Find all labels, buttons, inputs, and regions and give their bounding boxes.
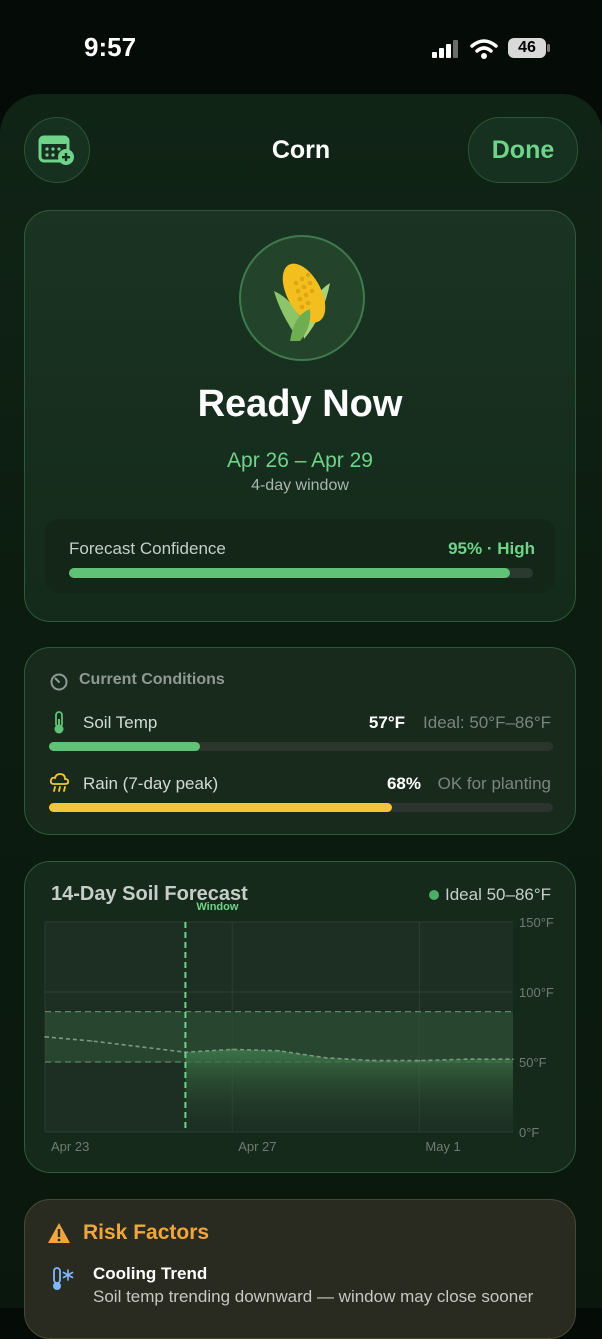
forecast-point	[371, 1059, 374, 1062]
soil-temp-bar-fill	[49, 742, 201, 751]
readiness-status: Ready Now	[197, 383, 403, 425]
y-tick-label: 0°F	[519, 1125, 539, 1140]
corn-icon	[274, 263, 330, 341]
confidence-value: 95% · High	[448, 539, 535, 558]
x-tick-label: Apr 23	[51, 1139, 89, 1154]
rain-cloud-icon	[49, 773, 70, 792]
crop-avatar	[239, 235, 365, 361]
rain-bar-fill	[49, 803, 392, 812]
readiness-card: Ready Now Apr 26 – Apr 29 4-day window F…	[24, 210, 576, 622]
rain-note: OK for planting	[437, 774, 551, 793]
risk-factors-card: Risk Factors Cooling Trend Soil temp tre…	[24, 1199, 576, 1339]
risk-factors-title: Risk Factors	[83, 1221, 210, 1244]
soil-temp-ideal: Ideal: 50°F–86°F	[423, 713, 551, 732]
battery-tip	[547, 44, 550, 52]
rain-value: 68%	[386, 774, 421, 793]
soil-temp-value: 57°F	[368, 713, 405, 732]
confidence-bar	[69, 568, 533, 578]
soil-forecast-chart: Window 150°F 100°F 50°F 0°F Apr 23 Apr 27 May 1	[44, 901, 554, 1154]
x-tick-label: Apr 27	[238, 1139, 276, 1154]
cellular-signal-icon	[432, 40, 458, 58]
conditions-heading: Current Conditions	[79, 671, 225, 688]
x-tick-label: May 1	[425, 1139, 460, 1154]
wifi-icon	[470, 39, 498, 59]
battery-indicator: 46	[508, 38, 546, 58]
forecast-point	[512, 1058, 514, 1060]
confidence-label: Forecast Confidence	[69, 539, 226, 558]
soil-temp-label: Soil Temp	[83, 713, 158, 732]
forecast-confidence: Forecast Confidence 95% · High	[45, 519, 555, 593]
forecast-point	[91, 1040, 93, 1042]
y-tick-label: 100°F	[519, 985, 554, 1000]
forecast-point	[231, 1048, 233, 1051]
risk-item-title: Cooling Trend	[93, 1264, 208, 1283]
status-time: 9:57	[84, 32, 137, 62]
forecast-point	[325, 1057, 327, 1059]
forecast-point	[418, 1059, 421, 1062]
soil-temp-bar	[49, 742, 553, 751]
forecast-point	[137, 1045, 140, 1048]
y-tick-label: 150°F	[519, 915, 554, 930]
forecast-point	[44, 1036, 46, 1038]
window-length: 4-day window	[251, 477, 349, 494]
current-conditions-card: Current Conditions Soil Temp 57°F Ideal:…	[24, 647, 576, 835]
window-label: Window	[196, 901, 238, 913]
forecast-point	[278, 1050, 280, 1052]
warning-icon	[48, 1223, 70, 1243]
soil-forecast-card: 14-Day Soil Forecast Ideal 50–86°F Windo…	[24, 861, 576, 1173]
forecast-area	[185, 1049, 513, 1132]
thermometer-icon	[54, 711, 64, 734]
status-bar: 9:57 46	[0, 0, 602, 96]
risk-item-description: Soil temp trending downward — window may…	[93, 1287, 534, 1306]
rain-label: Rain (7-day peak)	[83, 774, 219, 793]
forecast-point	[465, 1058, 468, 1060]
done-button[interactable]: Done	[468, 117, 578, 183]
rain-bar	[49, 803, 553, 812]
gauge-icon	[50, 673, 68, 691]
thermometer-snowflake-icon	[53, 1267, 74, 1290]
y-tick-label: 50°F	[519, 1055, 547, 1070]
planting-date-range: Apr 26 – Apr 29	[227, 449, 373, 472]
confidence-bar-fill	[69, 568, 510, 578]
